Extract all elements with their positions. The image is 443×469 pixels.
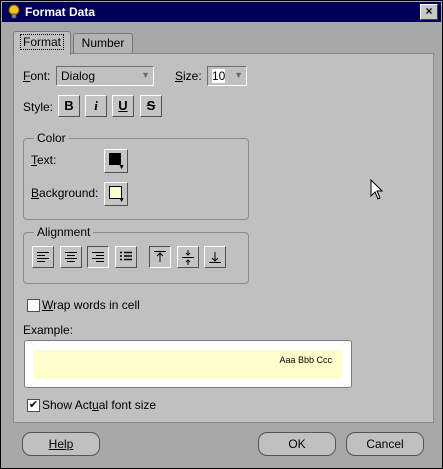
align-middle-button[interactable] — [177, 246, 199, 268]
chevron-down-icon: ▼ — [141, 70, 150, 80]
chevron-down-icon: ▼ — [118, 164, 125, 171]
align-middle-icon — [182, 250, 194, 265]
align-left-button[interactable] — [32, 246, 54, 268]
strikethrough-button[interactable]: S — [140, 95, 162, 117]
size-dropdown[interactable]: 10 ▼ — [207, 66, 247, 86]
align-top-button[interactable] — [149, 246, 171, 268]
wrap-words-checkbox[interactable] — [27, 299, 40, 312]
align-center-button[interactable] — [60, 246, 82, 268]
justify-icon — [120, 251, 132, 261]
underline-button[interactable]: U — [112, 95, 134, 117]
justify-button[interactable] — [115, 246, 137, 268]
lightbulb-icon — [8, 4, 20, 19]
ok-button[interactable]: OK — [258, 432, 336, 456]
format-panel: Font: Dialog ▼ Size: 10 ▼ Style: B i U S… — [13, 53, 434, 423]
color-legend: Color — [34, 131, 69, 145]
align-bottom-button[interactable] — [204, 246, 226, 268]
text-color-label: Text: — [31, 153, 57, 167]
background-color-label: Background: — [31, 186, 99, 200]
close-button[interactable]: × — [420, 4, 438, 20]
size-label: Size: — [175, 69, 202, 83]
align-left-icon — [37, 252, 49, 262]
align-bottom-icon — [209, 252, 221, 263]
font-dropdown[interactable]: Dialog ▼ — [56, 66, 154, 86]
bold-button[interactable]: B — [58, 95, 80, 117]
align-top-icon — [154, 251, 166, 262]
title-bar: Format Data × — [2, 2, 441, 22]
checkmark-icon: ✔ — [28, 399, 39, 411]
background-color-button[interactable]: ▼ — [104, 182, 128, 206]
align-right-button[interactable] — [87, 246, 109, 268]
font-value: Dialog — [61, 69, 96, 83]
window-title: Format Data — [25, 5, 96, 19]
show-actual-font-size-checkbox[interactable]: ✔ — [27, 399, 40, 412]
chevron-down-icon: ▼ — [234, 70, 243, 80]
ok-button-label: OK — [288, 437, 306, 451]
font-label: Font: — [23, 69, 51, 83]
example-sample-text: Aaa Bbb Ccc — [279, 355, 332, 365]
wrap-words-label: Wrap words in cell — [42, 298, 140, 312]
color-group: Color Text: ▼ Background: ▼ — [23, 131, 249, 220]
help-button-label: Help — [48, 437, 74, 451]
chevron-down-icon: ▼ — [118, 197, 125, 204]
example-preview-cell: Aaa Bbb Ccc — [34, 350, 342, 379]
help-button[interactable]: Help — [22, 432, 100, 456]
italic-button[interactable]: i — [85, 95, 107, 117]
example-label: Example: — [23, 323, 74, 337]
format-data-dialog: Format Data × Format Number Font: Dialog… — [0, 0, 443, 469]
show-actual-font-size-label: Show Actual font size — [42, 398, 157, 412]
alignment-legend: Alignment — [34, 225, 94, 239]
cancel-button[interactable]: Cancel — [346, 432, 424, 456]
alignment-group: Alignment — [23, 225, 249, 284]
tab-number[interactable]: Number — [73, 33, 133, 54]
tab-format[interactable]: Format — [13, 31, 71, 55]
example-preview: Aaa Bbb Ccc — [24, 340, 352, 388]
size-value: 10 — [212, 69, 226, 83]
align-right-icon — [92, 252, 104, 262]
text-color-button[interactable]: ▼ — [104, 149, 128, 173]
align-center-icon — [65, 252, 77, 262]
tab-number-label: Number — [81, 36, 125, 50]
mouse-cursor-icon — [370, 179, 384, 200]
cancel-button-label: Cancel — [366, 437, 404, 451]
style-label: Style: — [23, 100, 54, 114]
tab-format-label: Format — [19, 34, 64, 50]
